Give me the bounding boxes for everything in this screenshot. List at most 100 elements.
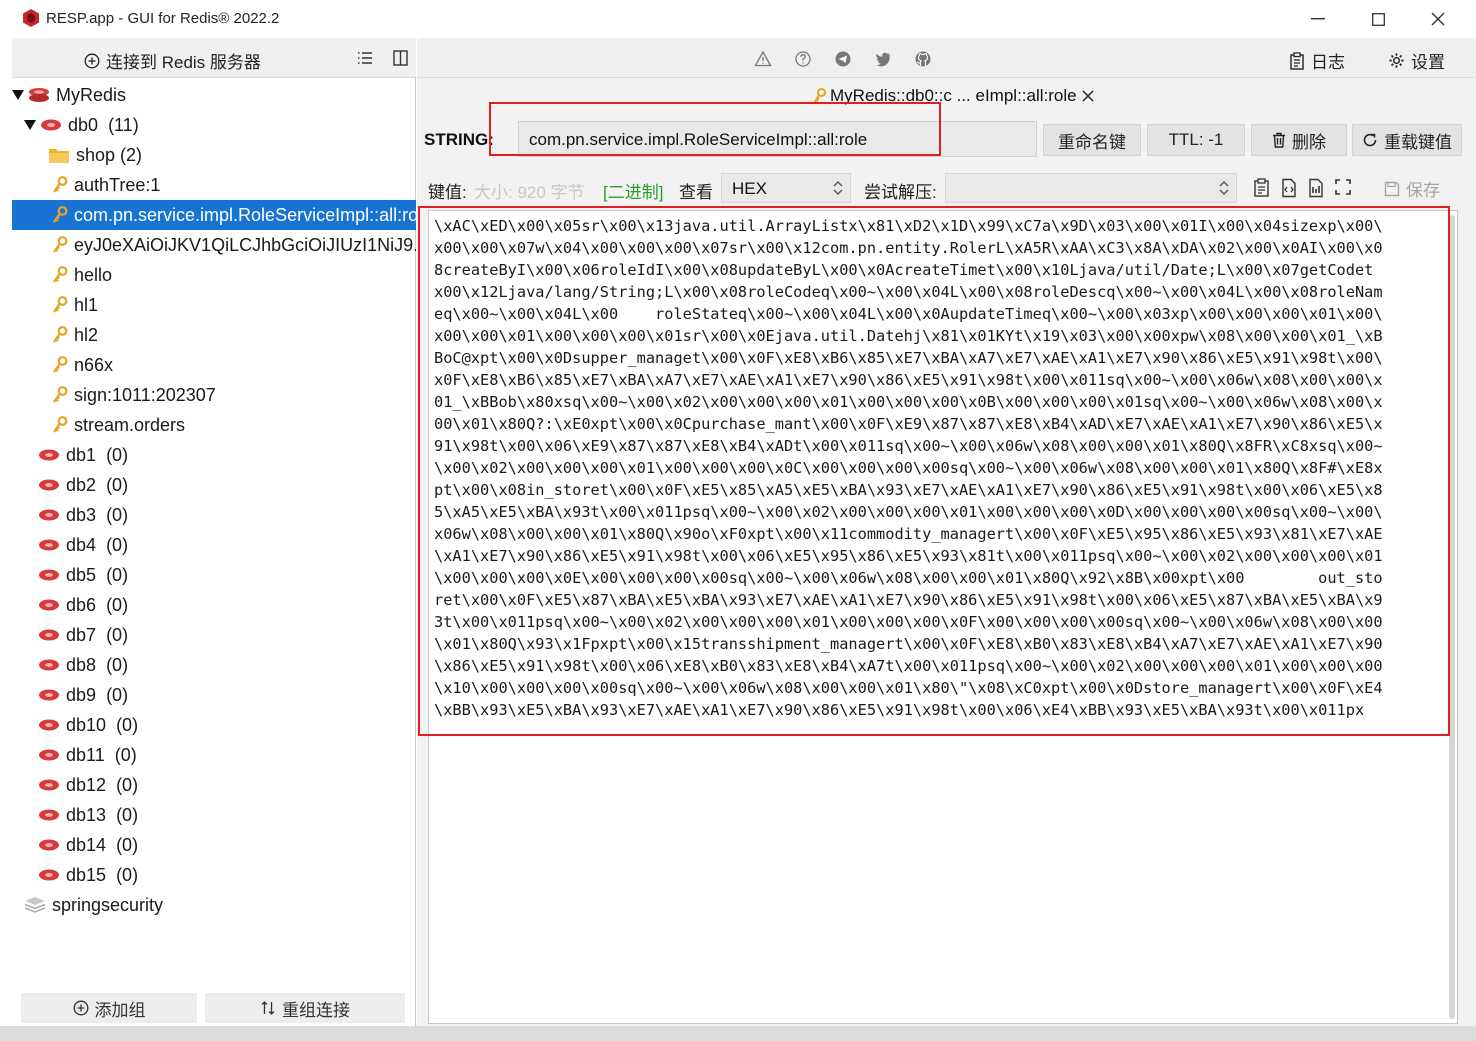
tree-key[interactable]: stream.orders (12, 410, 416, 440)
tree-db[interactable]: db8 (0) (12, 650, 416, 680)
db-label: db3 (66, 504, 97, 525)
spinner-arrows-icon (1219, 181, 1229, 195)
key-label: stream.orders (74, 414, 186, 435)
key-label: eyJ0eXAiOiJKV1QiLCJhbGciOiJIUzI1NiJ9.eyJ (74, 234, 416, 255)
rename-key-button[interactable]: 重命名键 (1043, 124, 1141, 156)
tree-db[interactable]: db10 (0) (12, 710, 416, 740)
fullscreen-icon[interactable] (1334, 178, 1352, 196)
key-name-highlight (489, 102, 941, 156)
connect-redis-label: 连接到 Redis 服务器 (106, 53, 261, 72)
tree-db[interactable]: db4 (0) (12, 530, 416, 560)
tree-key[interactable]: sign:1011:202307 (12, 380, 416, 410)
reload-value-button[interactable]: 重载键值 (1352, 124, 1462, 156)
database-icon (39, 869, 59, 881)
plus-circle-icon (73, 1000, 88, 1016)
view-mode-select[interactable]: HEX (721, 173, 851, 203)
db-count: (0) (106, 624, 129, 645)
key-icon (53, 386, 68, 403)
reload-label: 重载键值 (1384, 132, 1452, 152)
value-highlight (418, 206, 1450, 736)
db-count: (0) (116, 804, 139, 825)
key-icon (53, 416, 68, 433)
tree-key[interactable]: n66x (12, 350, 416, 380)
tree-key[interactable]: hello (12, 260, 416, 290)
database-icon (39, 509, 59, 521)
resp-app-icon (23, 9, 39, 27)
tree-db[interactable]: db11 (0) (12, 740, 416, 770)
telegram-icon[interactable] (834, 50, 852, 68)
db-label: db2 (66, 474, 97, 495)
database-icon (39, 749, 59, 761)
tree-db[interactable]: db1 (0) (12, 440, 416, 470)
db-count: (0) (106, 564, 129, 585)
settings-button[interactable]: 设置 (1388, 48, 1445, 73)
tree-db[interactable]: db15 (0) (12, 860, 416, 890)
tree-db[interactable]: db12 (0) (12, 770, 416, 800)
connect-redis-button[interactable]: 连接到 Redis 服务器 (84, 48, 261, 73)
tree-key[interactable]: eyJ0eXAiOiJKV1QiLCJhbGciOiJIUzI1NiJ9.eyJ (12, 230, 416, 260)
save-button[interactable]: 保存 (1384, 176, 1440, 201)
db-label: db5 (66, 564, 97, 585)
tree-key[interactable]: authTree:1 (12, 170, 416, 200)
tree-db[interactable]: db9 (0) (12, 680, 416, 710)
title-bar: RESP.app - GUI for Redis® 2022.2 (0, 0, 1476, 38)
refresh-icon (1363, 133, 1377, 147)
expand-arrow-icon[interactable] (12, 89, 24, 101)
copy-icon[interactable] (1252, 178, 1272, 198)
tree-connection-springsecurity[interactable]: springsecurity (12, 890, 416, 920)
ttl-button[interactable]: TTL: -1 (1147, 124, 1245, 156)
database-icon (39, 599, 59, 611)
tree-db[interactable]: db13 (0) (12, 800, 416, 830)
db-label: db10 (66, 714, 107, 735)
server-stack-icon (24, 897, 46, 913)
export-file-icon[interactable] (1279, 178, 1299, 198)
expand-arrow-icon[interactable] (24, 119, 36, 131)
db-label: db1 (66, 444, 97, 465)
tree-key[interactable]: hl2 (12, 320, 416, 350)
warning-icon[interactable] (754, 50, 772, 68)
gear-icon (1389, 53, 1404, 68)
add-group-label: 添加组 (94, 1000, 146, 1020)
maximize-icon[interactable] (1358, 6, 1398, 32)
regroup-label: 重组连接 (282, 1000, 350, 1020)
db-label: db6 (66, 594, 97, 615)
db-count: (0) (106, 474, 129, 495)
database-icon (39, 629, 59, 641)
list-icon[interactable] (356, 49, 374, 67)
log-label: 日志 (1311, 53, 1345, 72)
tree-db[interactable]: db7 (0) (12, 620, 416, 650)
database-icon (39, 689, 59, 701)
db-count: (0) (106, 594, 129, 615)
tab-close-icon[interactable] (1081, 89, 1095, 103)
tree-db0[interactable]: db0 (11) (12, 110, 416, 140)
decompress-select[interactable] (945, 173, 1237, 203)
twitter-icon[interactable] (874, 50, 892, 68)
panel-toggle-icon[interactable] (392, 49, 410, 67)
import-file-icon[interactable] (1306, 178, 1326, 198)
close-icon[interactable] (1418, 6, 1458, 32)
tree-folder[interactable]: shop (2) (12, 140, 416, 170)
tree-key[interactable]: hl1 (12, 290, 416, 320)
connection-label: MyRedis (56, 84, 127, 105)
tree-key[interactable]: com.pn.service.impl.RoleServiceImpl::all… (12, 200, 416, 230)
tree-db[interactable]: db6 (0) (12, 590, 416, 620)
log-button[interactable]: 日志 (1289, 48, 1345, 73)
add-group-button[interactable]: 添加组 (21, 993, 197, 1023)
value-toolbar: 键值: 大小: 920 字节 [二进制] 查看 HEX 尝试解压: 保存 (417, 170, 1476, 206)
minimize-icon[interactable] (1298, 6, 1338, 32)
save-label: 保存 (1406, 181, 1440, 200)
tree-connection-myredis[interactable]: MyRedis (12, 80, 416, 110)
clipboard-icon (1290, 51, 1304, 70)
tree-db[interactable]: db2 (0) (12, 470, 416, 500)
help-icon[interactable] (794, 50, 812, 68)
binary-badge: [二进制] (603, 183, 664, 202)
regroup-connections-button[interactable]: 重组连接 (205, 993, 405, 1023)
db-label: db8 (66, 654, 97, 675)
tree-db[interactable]: db5 (0) (12, 560, 416, 590)
connection-label: springsecurity (52, 894, 164, 915)
tree-db[interactable]: db3 (0) (12, 500, 416, 530)
tree-db[interactable]: db14 (0) (12, 830, 416, 860)
delete-key-button[interactable]: 删除 (1251, 124, 1347, 156)
github-icon[interactable] (914, 50, 932, 68)
key-label: hl2 (74, 324, 99, 345)
